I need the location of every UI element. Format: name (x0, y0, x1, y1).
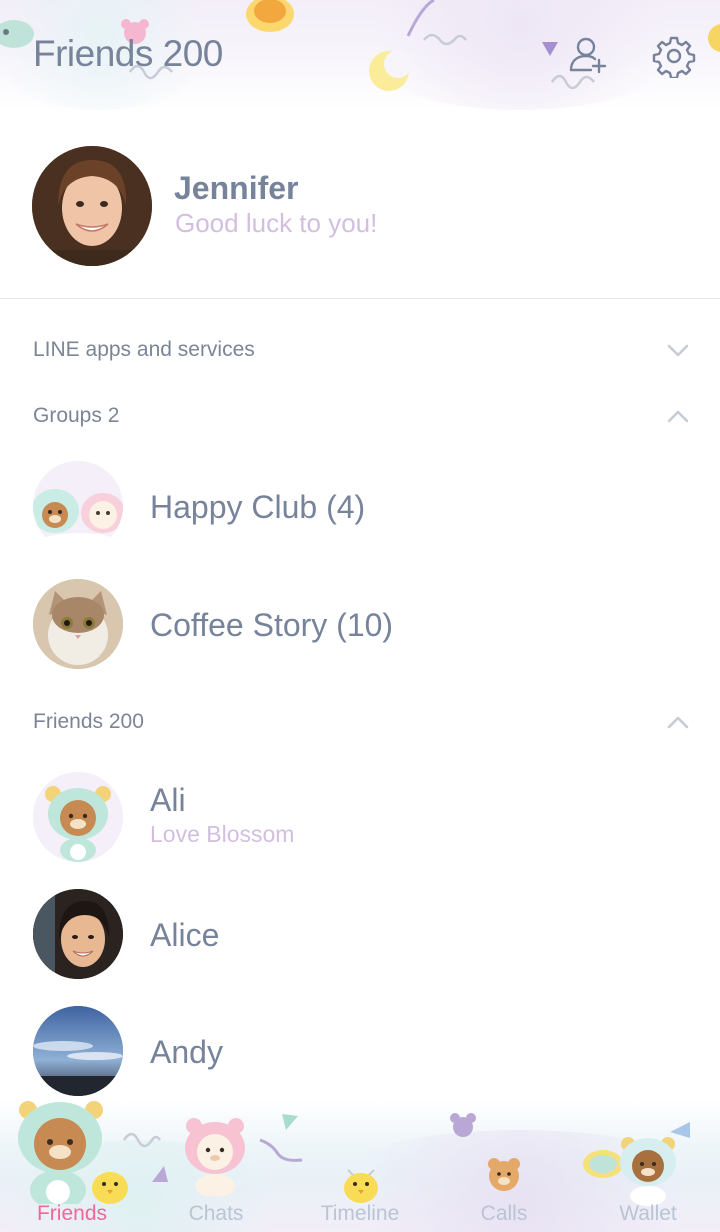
tab-label: Chats (188, 1202, 244, 1225)
tab-label: Friends (36, 1202, 108, 1225)
list-item-friend[interactable]: Alice (0, 889, 720, 999)
friend-name: Alice (150, 917, 220, 953)
group-name: Coffee Story (10) (150, 607, 394, 643)
tab-label: Wallet (619, 1202, 677, 1225)
tab-label: Calls (480, 1202, 528, 1225)
friend-photo (33, 889, 123, 979)
friend-avatar (33, 1006, 123, 1096)
section-line-apps[interactable]: LINE apps and services (0, 326, 720, 376)
bottom-tab-bar: Friends Chats Timeline Calls Wallet (0, 1100, 720, 1232)
tab-timeline[interactable]: Timeline (288, 1100, 432, 1232)
friend-status-message: Love Blossom (150, 821, 295, 847)
cat-photo (33, 579, 123, 669)
bear-tab-icon (488, 1158, 520, 1191)
gear-icon[interactable] (652, 34, 696, 78)
list-item-friend[interactable]: Ali Love Blossom (0, 772, 720, 882)
friend-avatar (33, 772, 123, 862)
group-name: Happy Club (4) (150, 489, 366, 525)
profile-status-message: Good luck to you! (175, 208, 378, 238)
section-label: LINE apps and services (33, 338, 255, 361)
friend-avatar (33, 889, 123, 979)
tab-chats[interactable]: Chats (144, 1100, 288, 1232)
add-friend-icon[interactable] (567, 34, 609, 76)
moon-doodle-icon (369, 50, 412, 91)
chevron-up-icon (667, 716, 689, 729)
list-item-group[interactable]: Happy Club (4) (0, 461, 720, 571)
chevron-up-icon (667, 410, 689, 423)
friend-name: Ali (150, 782, 186, 818)
profile-name: Jennifer (174, 170, 299, 206)
tab-label: Timeline (320, 1202, 400, 1225)
donut-doodle-icon (246, 0, 294, 32)
profile-photo (32, 146, 152, 266)
group-avatar (33, 461, 123, 551)
chick-icon (92, 1172, 128, 1204)
page-title: Friends 200 (33, 33, 223, 74)
fish-doodle-icon (708, 24, 720, 52)
section-label: Groups 2 (33, 404, 120, 427)
bears-illustration (33, 461, 123, 551)
chick-icon (344, 1169, 378, 1203)
tab-calls[interactable]: Calls (432, 1100, 576, 1232)
section-groups[interactable]: Groups 2 (0, 392, 720, 442)
divider (0, 298, 720, 299)
triangle-doodle-icon (542, 42, 558, 56)
tab-wallet[interactable]: Wallet (576, 1100, 720, 1232)
list-item-group[interactable]: Coffee Story (10) (0, 579, 720, 689)
chevron-down-icon (667, 344, 689, 357)
squiggle-doodle-icon (406, 0, 467, 46)
header: Friends 200 (0, 0, 720, 110)
sky-photo (33, 1006, 123, 1096)
section-label: Friends 200 (33, 710, 144, 733)
group-avatar (33, 579, 123, 669)
friend-name: Andy (150, 1034, 223, 1070)
tab-friends[interactable]: Friends (0, 1100, 144, 1232)
bear-dino-illustration (33, 772, 123, 862)
avatar[interactable] (32, 146, 152, 266)
bear-dino-tab-icon (620, 1137, 676, 1206)
pink-bear-tab-icon (185, 1118, 245, 1196)
my-profile[interactable]: Jennifer Good luck to you! (0, 130, 720, 298)
section-friends[interactable]: Friends 200 (0, 698, 720, 748)
